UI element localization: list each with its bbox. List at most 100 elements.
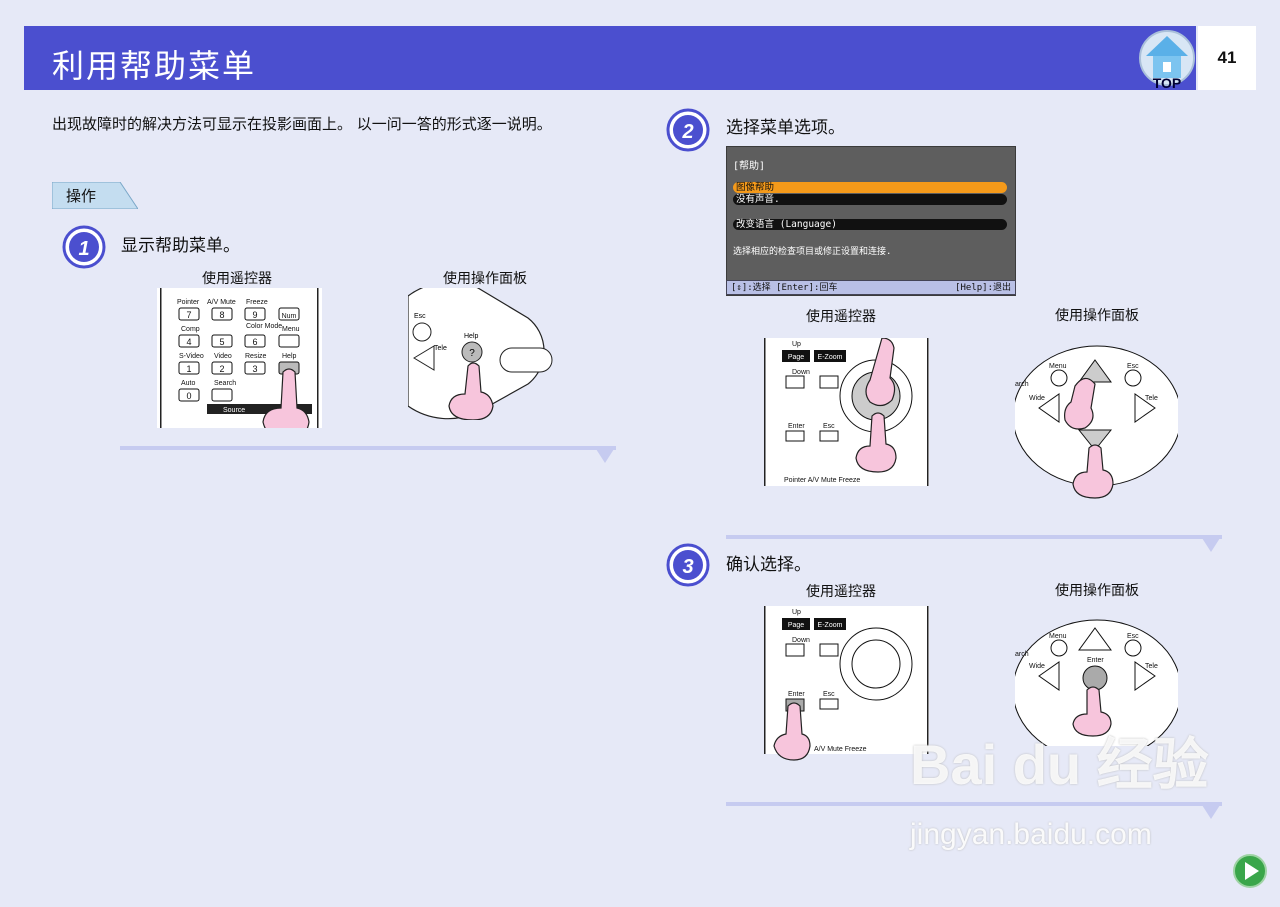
- svg-text:4: 4: [186, 337, 191, 347]
- svg-text:Enter: Enter: [788, 423, 805, 430]
- svg-text:Help: Help: [282, 353, 297, 360]
- svg-text:Help: Help: [464, 333, 479, 340]
- step-2-divider: [726, 535, 1222, 539]
- help-footer-left: [⇕]:选择 [Enter]:回车: [731, 283, 838, 293]
- svg-text:3: 3: [682, 556, 693, 578]
- help-menu-item-sound[interactable]: 没有声音.: [733, 194, 1007, 205]
- help-menu-footer: [⇕]:选择 [Enter]:回车 [Help]:退出: [726, 280, 1016, 295]
- svg-text:A/V Mute Freeze: A/V Mute Freeze: [814, 746, 867, 753]
- svg-text:Up: Up: [792, 341, 801, 348]
- svg-text:E-Zoom: E-Zoom: [818, 354, 843, 361]
- control-panel-illustration-3: Menu Esc Wide Tele Enter arch: [1015, 619, 1178, 746]
- step-3-divider: [726, 802, 1222, 806]
- svg-text:8: 8: [219, 310, 224, 320]
- svg-text:Pointer A/V Mute Freeze: Pointer A/V Mute Freeze: [784, 477, 860, 484]
- operation-tab: 操作: [52, 182, 138, 209]
- next-page-button[interactable]: [1232, 853, 1268, 889]
- help-menu-item-language[interactable]: 改变语言 (Language): [733, 219, 1007, 230]
- svg-text:0: 0: [186, 391, 191, 401]
- remote-control-illustration-1: Pointer A/V Mute Freeze Comp Color Mode …: [157, 288, 322, 428]
- svg-text:Pointer: Pointer: [177, 299, 200, 306]
- remote-control-illustration-2: Up Down Enter Esc Pointer A/V Mute Freez…: [764, 338, 929, 486]
- page-number: 41: [1198, 26, 1256, 90]
- svg-text:Esc: Esc: [414, 313, 426, 320]
- svg-text:Page: Page: [788, 354, 804, 361]
- step-2-remote-caption: 使用遥控器: [806, 309, 876, 325]
- svg-text:Menu: Menu: [282, 326, 300, 333]
- svg-text:Esc: Esc: [1127, 633, 1139, 640]
- svg-text:arch: arch: [1015, 651, 1029, 658]
- top-home-button[interactable]: TOP: [1136, 28, 1198, 92]
- control-panel-illustration-1: Esc Tele Help ?: [408, 288, 553, 420]
- svg-text:1: 1: [186, 364, 191, 374]
- svg-text:Esc: Esc: [823, 691, 835, 698]
- svg-text:Tele: Tele: [1145, 395, 1158, 402]
- step-2-badge: 2: [666, 108, 710, 152]
- help-menu-screen: [帮助] 图像帮助 没有声音. 改变语言 (Language) 选择相应的检查项…: [726, 146, 1016, 296]
- svg-text:Num: Num: [282, 313, 297, 320]
- operation-tab-label: 操作: [66, 187, 97, 205]
- svg-text:1: 1: [78, 238, 89, 260]
- svg-text:Color Mode: Color Mode: [246, 323, 282, 330]
- svg-text:Tele: Tele: [1145, 663, 1158, 670]
- svg-text:E-Zoom: E-Zoom: [818, 622, 843, 629]
- help-menu-item-image[interactable]: 图像帮助: [733, 182, 1007, 193]
- step-3-divider-arrow: [1202, 805, 1220, 819]
- baidu-watermark: Bai du 经验: [910, 733, 1209, 796]
- svg-text:Freeze: Freeze: [246, 299, 268, 306]
- intro-text: 出现故障时的解决方法可显示在投影画面上。 以一问一答的形式逐一说明。: [52, 115, 552, 133]
- svg-text:7: 7: [186, 310, 191, 320]
- svg-text:Wide: Wide: [1029, 663, 1045, 670]
- step-3-remote-caption: 使用遥控器: [806, 584, 876, 600]
- control-panel-illustration-2: Menu Esc Wide Tele arch: [1015, 345, 1178, 499]
- help-footer-right: [Help]:退出: [955, 283, 1011, 293]
- step-2-panel-caption: 使用操作面板: [1055, 308, 1139, 324]
- svg-text:S-Video: S-Video: [179, 353, 204, 360]
- svg-text:5: 5: [219, 337, 224, 347]
- step-3-badge: 3: [666, 543, 710, 587]
- house-icon: TOP: [1139, 30, 1195, 91]
- top-label: TOP: [1153, 75, 1182, 91]
- svg-text:arch: arch: [1015, 381, 1029, 388]
- help-menu-title: [帮助]: [733, 161, 766, 172]
- svg-text:Down: Down: [792, 369, 810, 376]
- svg-text:3: 3: [252, 364, 257, 374]
- svg-text:6: 6: [252, 337, 257, 347]
- svg-text:Auto: Auto: [181, 380, 196, 387]
- step-1-divider-arrow: [596, 449, 614, 463]
- svg-text:Esc: Esc: [823, 423, 835, 430]
- svg-text:Source: Source: [223, 407, 245, 414]
- step-3-text: 确认选择。: [726, 555, 811, 575]
- step-3-panel-caption: 使用操作面板: [1055, 583, 1139, 599]
- svg-text:2: 2: [681, 121, 693, 143]
- svg-text:Enter: Enter: [788, 691, 805, 698]
- svg-text:Esc: Esc: [1127, 363, 1139, 370]
- svg-text:Down: Down: [792, 637, 810, 644]
- page-title: 利用帮助菜单: [52, 47, 257, 85]
- remote-control-illustration-3: Up Down Enter Esc A/V Mute Freeze Page E…: [764, 606, 929, 761]
- step-1-panel-caption: 使用操作面板: [443, 271, 527, 287]
- svg-text:Menu: Menu: [1049, 363, 1067, 370]
- baidu-watermark-url: jingyan.baidu.com: [910, 818, 1152, 851]
- svg-text:?: ?: [469, 348, 475, 359]
- svg-text:Resize: Resize: [245, 353, 267, 360]
- svg-text:Search: Search: [214, 380, 236, 387]
- step-1-text: 显示帮助菜单。: [121, 236, 240, 256]
- svg-text:Tele: Tele: [434, 345, 447, 352]
- svg-text:9: 9: [252, 310, 257, 320]
- step-1-remote-caption: 使用遥控器: [202, 271, 272, 287]
- svg-text:Menu: Menu: [1049, 633, 1067, 640]
- svg-text:Up: Up: [792, 609, 801, 616]
- svg-text:Enter: Enter: [1087, 657, 1104, 664]
- svg-text:Video: Video: [214, 353, 232, 360]
- svg-text:Page: Page: [788, 622, 804, 629]
- svg-text:Wide: Wide: [1029, 395, 1045, 402]
- step-1-badge: 1: [62, 225, 106, 269]
- svg-text:2: 2: [219, 364, 224, 374]
- step-1-divider: [120, 446, 616, 450]
- help-menu-hint: 选择相应的检查项目或修正设置和连接.: [733, 247, 892, 257]
- step-2-divider-arrow: [1202, 538, 1220, 552]
- step-2-text: 选择菜单选项。: [726, 118, 845, 138]
- svg-text:A/V Mute: A/V Mute: [207, 299, 236, 306]
- svg-text:Comp: Comp: [181, 326, 200, 333]
